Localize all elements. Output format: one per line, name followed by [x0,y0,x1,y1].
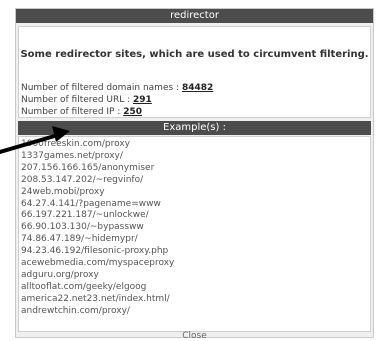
list-item: 1337games.net/proxy/ [21,150,123,161]
stat-label: Number of filtered URL : [21,95,134,105]
list-item: acewebmedia.com/myspaceproxy [21,258,175,269]
list-item: 74.86.47.189/~hidemypr/ [21,234,138,245]
list-item: 66.197.221.187/~unlockwe/ [21,210,149,221]
stat-urls: Number of filtered URL : 291 [21,95,152,105]
redirector-dialog: redirector Some redirector sites, which … [15,8,374,341]
dialog-title: redirector [16,9,373,23]
list-item: 94.23.46.192/filesonic-proxy.php [21,246,169,257]
list-item: 1000freeskin.com/proxy [21,139,130,149]
headline: Some redirector sites, which are used to… [20,49,369,60]
stat-domain-names: Number of filtered domain names : 84482 [21,83,213,93]
list-item: america22.net23.net/index.html/ [21,293,170,304]
close-button[interactable]: Close [16,331,373,341]
examples-header: Example(s) : [18,121,371,135]
info-box: Some redirector sites, which are used to… [18,26,371,118]
stat-value-link[interactable]: 84482 [182,83,213,93]
stat-value-link[interactable]: 250 [123,107,142,117]
stat-ips: Number of filtered IP : 250 [21,107,142,117]
examples-list[interactable]: 1000freeskin.com/proxy 1337games.net/pro… [18,136,371,332]
list-item: 24web.mobi/proxy [21,186,105,197]
stat-label: Number of filtered IP : [21,107,124,117]
stat-label: Number of filtered domain names : [21,83,182,93]
list-item: 207.156.166.165/anonymiser [21,162,155,173]
list-item: 66.90.103.130/~bypassww [21,222,144,233]
list-item: andrewtchin.com/proxy/ [21,305,130,316]
list-item: alltooflat.com/geeky/elgoog [21,281,147,292]
list-item: 64.27.4.141/?pagename=www [21,198,161,209]
stat-value-link[interactable]: 291 [133,95,152,105]
list-item: adguru.org/proxy [21,269,99,280]
list-item: 208.53.147.202/~regvinfo/ [21,174,144,185]
